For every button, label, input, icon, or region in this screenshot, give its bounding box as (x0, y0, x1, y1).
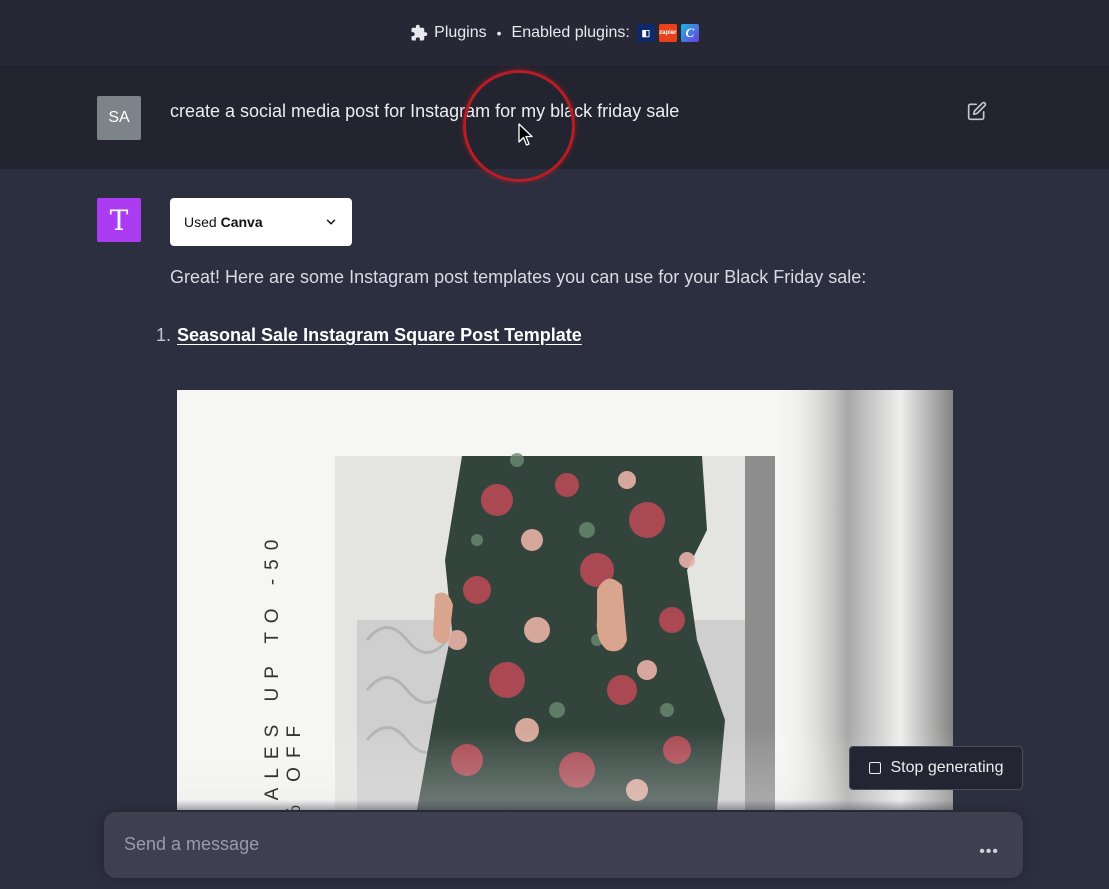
plugin-1-icon[interactable]: ◧ (636, 24, 655, 42)
zapier-icon[interactable]: zapier (658, 24, 677, 42)
message-input[interactable] (122, 833, 926, 856)
template-link[interactable]: Seasonal Sale Instagram Square Post Temp… (177, 325, 582, 346)
plugins-label: Plugins (434, 24, 487, 41)
stop-generating-label: Stop generating (890, 759, 1004, 776)
user-avatar: SA (97, 96, 141, 140)
message-composer: ••• (104, 812, 1023, 878)
stop-generating-button[interactable]: Stop generating (849, 746, 1023, 790)
list-number: 1. (156, 325, 172, 345)
enabled-plugins-label: Enabled plugins: (511, 24, 630, 41)
used-tool-name: Canva (220, 214, 263, 230)
plugins-header: Plugins • Enabled plugins: ◧ zapier C (0, 0, 1109, 67)
used-plugin-label: Used Canva (184, 214, 263, 230)
used-prefix: Used (184, 214, 217, 230)
canva-icon[interactable]: C (680, 24, 699, 42)
cursor-arrow-icon (518, 123, 533, 146)
edit-icon[interactable] (967, 101, 987, 121)
separator: • (496, 25, 502, 41)
sale-overlay-text: SALES UP TO -50 % OFF (262, 530, 305, 822)
used-plugin-dropdown[interactable]: Used Canva (170, 198, 352, 246)
user-message-text: create a social media post for Instagram… (170, 101, 680, 121)
stop-icon (868, 762, 881, 774)
more-options-icon[interactable]: ••• (979, 843, 999, 861)
puzzle-icon (411, 24, 428, 41)
enabled-plugins-list: ◧ zapier C (636, 24, 699, 42)
chevron-down-icon (326, 219, 336, 225)
assistant-response-text: Great! Here are some Instagram post temp… (170, 267, 867, 287)
assistant-avatar: T (97, 198, 141, 242)
